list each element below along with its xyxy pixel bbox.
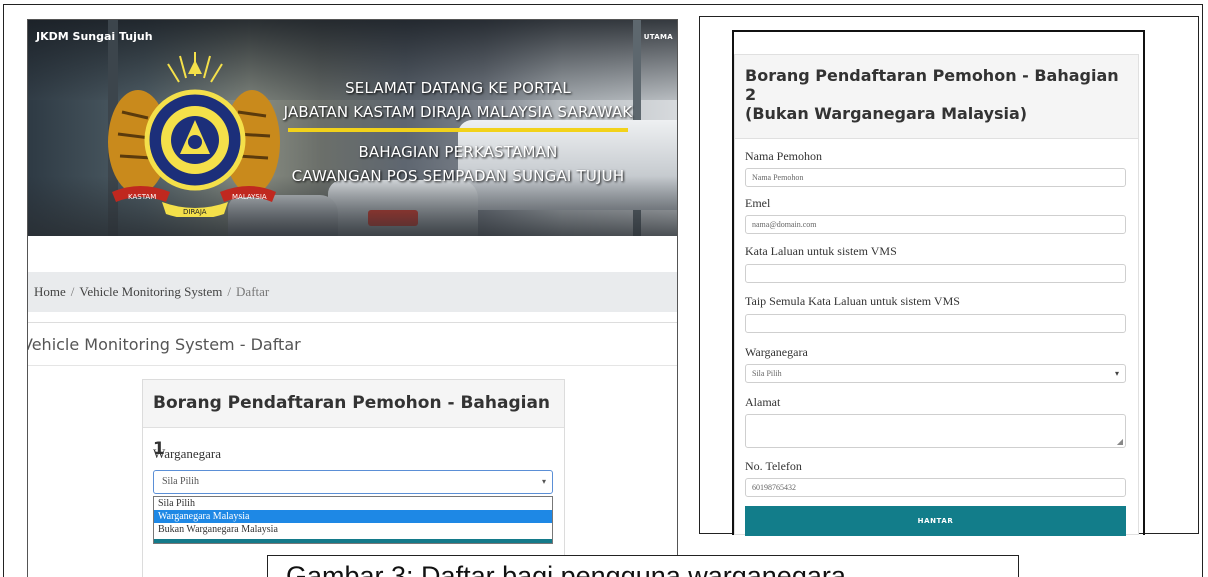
hero-title-line3: BAHAGIAN PERKASTAMAN	[358, 143, 558, 161]
figure-caption: Gambar 3: Daftar bagi pengguna warganega…	[267, 555, 1019, 577]
address-label: Alamat	[745, 395, 781, 409]
form2-title: Borang Pendaftaran Pemohon - Bahagian 2 …	[735, 55, 1138, 139]
password-input[interactable]	[745, 264, 1126, 283]
citizenship-select[interactable]: Sila Pilih ▾	[745, 364, 1126, 383]
breadcrumb-home-link[interactable]: Home	[34, 284, 66, 299]
citizenship-label: Warganegara	[745, 345, 808, 359]
chevron-down-icon: ▾	[1114, 369, 1119, 378]
hero-title-line1: SELAMAT DATANG KE PORTAL	[345, 79, 571, 97]
resize-grip-icon[interactable]: ◢	[1117, 437, 1123, 446]
registration-form-part2: Borang Pendaftaran Pemohon - Bahagian 2 …	[734, 54, 1139, 536]
password-label: Kata Laluan untuk sistem VMS	[745, 244, 897, 258]
dropdown-scroll-edge	[154, 539, 552, 543]
password-confirm-input[interactable]	[745, 314, 1126, 333]
citizenship-dropdown-list: Sila Pilih Warganegara Malaysia Bukan Wa…	[153, 496, 553, 544]
breadcrumb: Home / Vehicle Monitoring System / Daftar	[28, 272, 677, 312]
hero-divider	[288, 128, 628, 132]
registration-form-part1: Borang Pendaftaran Pemohon - Bahagian 1 …	[142, 379, 565, 577]
applicant-name-input[interactable]: Nama Pemohon	[745, 168, 1126, 187]
site-brand-link[interactable]: JKDM Sungai Tujuh	[36, 30, 153, 43]
password-confirm-label: Taip Semula Kata Laluan untuk sistem VMS	[745, 294, 960, 308]
crest-ribbon-right: MALAYSIA	[232, 193, 267, 201]
address-textarea[interactable]: ◢	[745, 414, 1126, 448]
citizenship-select[interactable]: Sila Pilih ▾	[153, 470, 553, 494]
citizenship-select-value: Sila Pilih	[162, 476, 199, 487]
dropdown-option-warganegara-malaysia[interactable]: Warganegara Malaysia	[154, 510, 552, 523]
applicant-name-label: Nama Pemohon	[745, 149, 822, 163]
breadcrumb-current: Daftar	[236, 284, 270, 299]
nav-utama-link[interactable]: UTAMA	[644, 33, 673, 41]
dropdown-option-bukan-warganegara[interactable]: Bukan Warganegara Malaysia	[154, 523, 552, 536]
hero-title-line2: JABATAN KASTAM DIRAJA MALAYSIA SARAWAK	[283, 103, 633, 121]
customs-crest-logo: KASTAM MALAYSIA DIRAJA	[108, 52, 280, 217]
breadcrumb-separator: /	[70, 284, 75, 299]
citizenship-label: Warganegara	[153, 446, 222, 461]
submit-button[interactable]: HANTAR	[745, 506, 1126, 536]
form2-title-line1: Borang Pendaftaran Pemohon - Bahagian 2	[745, 66, 1119, 104]
page-title: Vehicle Monitoring System - Daftar	[28, 322, 677, 366]
breadcrumb-vms-link[interactable]: Vehicle Monitoring System	[79, 284, 222, 299]
hero-title: SELAMAT DATANG KE PORTAL JABATAN KASTAM …	[258, 78, 658, 186]
hero-title-line4: CAWANGAN POS SEMPADAN SUNGAI TUJUH	[291, 167, 625, 185]
breadcrumb-separator: /	[227, 284, 232, 299]
phone-label: No. Telefon	[745, 459, 802, 473]
crest-ribbon-left: KASTAM	[128, 193, 156, 201]
citizenship-select-value: Sila Pilih	[752, 369, 782, 378]
phone-input[interactable]: 60198765432	[745, 478, 1126, 497]
crest-ribbon-bottom: DIRAJA	[183, 208, 207, 216]
hero-banner: KASTAM MALAYSIA DIRAJA JKDM Sungai Tujuh…	[28, 20, 677, 236]
email-label: Emel	[745, 196, 771, 210]
dropdown-option-sila-pilih[interactable]: Sila Pilih	[154, 497, 552, 510]
left-screenshot: KASTAM MALAYSIA DIRAJA JKDM Sungai Tujuh…	[27, 19, 678, 577]
email-input[interactable]: nama@domain.com	[745, 215, 1126, 234]
right-screenshot: Borang Pendaftaran Pemohon - Bahagian 2 …	[699, 16, 1199, 536]
form2-title-line2: (Bukan Warganegara Malaysia)	[745, 104, 1028, 123]
form1-title: Borang Pendaftaran Pemohon - Bahagian 1	[143, 380, 564, 459]
chevron-down-icon: ▾	[541, 477, 546, 486]
